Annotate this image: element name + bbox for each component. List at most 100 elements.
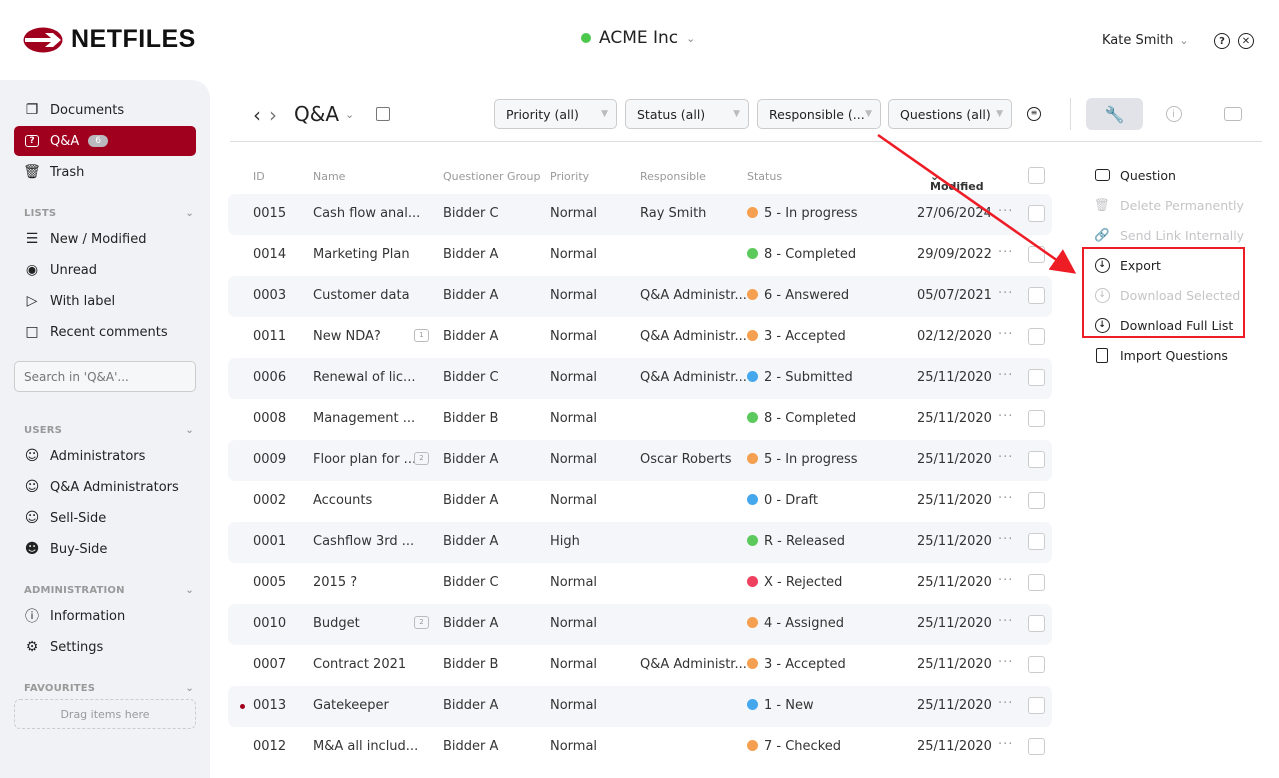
column-header-questioner-group[interactable]: Questioner Group [443,170,540,183]
sidebar-item-qa[interactable]: ? Q&A 6 [14,126,196,156]
user-menu[interactable]: Kate Smith ⌄ [1102,33,1189,48]
favourites-section-header[interactable]: FAVOURITES ⌄ [24,683,194,694]
more-options-icon[interactable]: ··· [998,327,1013,342]
table-row[interactable]: 0015 Cash flow anal... Bidder C Normal Ray S… [228,194,1052,235]
table-row[interactable]: 0010 Budget 2 Bidder A Normal 4 - Assigned 25/… [228,604,1052,645]
table-row[interactable]: 0008 Management ... Bidder B Normal 8 - Comp… [228,399,1052,440]
cell-name[interactable]: Management ... [313,411,415,426]
status-filter[interactable]: Status (all) ▼ [625,99,749,129]
row-checkbox[interactable] [1028,287,1045,304]
cell-name[interactable]: Budget [313,616,360,631]
row-checkbox[interactable] [1028,738,1045,755]
questions-filter[interactable]: Questions (all) ▼ [888,99,1012,129]
table-row[interactable]: 0001 Cashflow 3rd ... Bidder A High R - Rele… [228,522,1052,563]
more-options-icon[interactable]: ··· [998,409,1013,424]
close-icon[interactable]: ✕ [1238,33,1254,49]
more-options-icon[interactable]: ··· [998,204,1013,219]
sidebar-item-settings[interactable]: ⚙ Settings [14,632,196,662]
row-checkbox[interactable] [1028,615,1045,632]
row-checkbox[interactable] [1028,369,1045,386]
action-question[interactable]: Question [1093,160,1263,190]
row-checkbox[interactable] [1028,533,1045,550]
row-checkbox[interactable] [1028,205,1045,222]
cell-name[interactable]: Cash flow anal... [313,206,420,221]
more-options-icon[interactable]: ··· [998,286,1013,301]
row-checkbox[interactable] [1028,410,1045,427]
edit-icon[interactable] [376,107,390,121]
more-options-icon[interactable]: ··· [998,450,1013,465]
sidebar-item-documents[interactable]: ❐ Documents [14,95,196,125]
users-section-header[interactable]: USERS ⌄ [24,425,194,436]
cell-name[interactable]: Gatekeeper [313,698,389,713]
netfiles-logo[interactable]: NETFILES [23,25,196,54]
table-row[interactable]: 0005 2015 ? Bidder C Normal X - Rejected 25/1… [228,563,1052,604]
row-checkbox[interactable] [1028,492,1045,509]
cell-name[interactable]: Renewal of lic... [313,370,415,385]
help-icon[interactable]: ? [1214,33,1230,49]
select-all-checkbox[interactable] [1028,167,1045,184]
table-row[interactable]: 0002 Accounts Bidder A Normal 0 - Draft 25/11… [228,481,1052,522]
more-options-icon[interactable]: ··· [998,655,1013,670]
sidebar-item-new-modified[interactable]: ☰ New / Modified [14,224,196,254]
sidebar-item-sell-side[interactable]: ☺ Sell-Side [14,503,196,533]
action-send-link-internally[interactable]: 🔗 Send Link Internally [1093,220,1263,250]
cell-name[interactable]: Customer data [313,288,410,303]
row-checkbox[interactable] [1028,451,1045,468]
comment-count-icon[interactable]: 2 [414,616,429,629]
table-row[interactable]: 0014 Marketing Plan Bidder A Normal 8 - Comp… [228,235,1052,276]
table-row[interactable]: 0007 Contract 2021 Bidder B Normal Q&A Admin… [228,645,1052,686]
row-checkbox[interactable] [1028,574,1045,591]
cell-name[interactable]: Floor plan for ... [313,452,416,467]
table-row[interactable]: 0012 M&A all includ... Bidder A Normal 7 - C… [228,727,1052,768]
column-header-id[interactable]: ID [253,170,265,183]
administration-section-header[interactable]: ADMINISTRATION ⌄ [24,585,194,596]
table-row[interactable]: 0013 Gatekeeper Bidder A Normal 1 - New 25/11… [228,686,1052,727]
cell-name[interactable]: 2015 ? [313,575,357,590]
more-options-icon[interactable]: ··· [998,532,1013,547]
cell-name[interactable]: Marketing Plan [313,247,410,262]
row-checkbox[interactable] [1028,697,1045,714]
table-row[interactable]: 0006 Renewal of lic... Bidder C Normal Q&A A… [228,358,1052,399]
row-checkbox[interactable] [1028,328,1045,345]
sidebar-item-qa-administrators[interactable]: ☺ Q&A Administrators [14,472,196,502]
column-header-responsible[interactable]: Responsible [640,170,706,183]
comment-count-icon[interactable]: 1 [414,329,429,342]
filter-options-icon[interactable]: ≡ [1027,107,1041,121]
sidebar-item-unread[interactable]: ◉ Unread [14,255,196,285]
more-options-icon[interactable]: ··· [998,368,1013,383]
column-header-modified[interactable]: Modified ⌄ [930,170,984,193]
page-title[interactable]: Q&A ⌄ [294,102,354,126]
responsible-filter[interactable]: Responsible (... ▼ [757,99,881,129]
info-panel-button[interactable]: i [1145,98,1202,130]
column-header-priority[interactable]: Priority [550,170,589,183]
sidebar-item-buy-side[interactable]: ☻ Buy-Side [14,534,196,564]
back-arrow-icon[interactable]: ‹ [253,103,261,127]
priority-filter[interactable]: Priority (all) ▼ [494,99,617,129]
column-header-status[interactable]: Status [747,170,782,183]
action-delete-permanently[interactable]: 🗑 Delete Permanently [1093,190,1263,220]
more-options-icon[interactable]: ··· [998,696,1013,711]
column-header-name[interactable]: Name [313,170,345,183]
sidebar-item-with-label[interactable]: ▷ With label [14,286,196,316]
action-import-questions[interactable]: Import Questions [1093,340,1263,370]
table-row[interactable]: 0011 New NDA? 1 Bidder A Normal Q&A Administr… [228,317,1052,358]
more-options-icon[interactable]: ··· [998,245,1013,260]
more-options-icon[interactable]: ··· [998,614,1013,629]
comments-panel-button[interactable] [1204,98,1261,130]
workspace-selector[interactable]: ACME Inc ⌄ [581,28,695,48]
cell-name[interactable]: Cashflow 3rd ... [313,534,414,549]
more-options-icon[interactable]: ··· [998,573,1013,588]
favourites-dropzone[interactable]: Drag items here [14,699,196,729]
sidebar-item-trash[interactable]: 🗑 Trash [14,157,196,187]
more-options-icon[interactable]: ··· [998,491,1013,506]
sidebar-search-input[interactable] [14,361,196,392]
row-checkbox[interactable] [1028,246,1045,263]
tools-button[interactable]: 🔧 [1086,98,1143,130]
more-options-icon[interactable]: ··· [998,737,1013,752]
sidebar-item-administrators[interactable]: ☺ Administrators [14,441,196,471]
comment-count-icon[interactable]: 2 [414,452,429,465]
row-checkbox[interactable] [1028,656,1045,673]
cell-name[interactable]: New NDA? [313,329,381,344]
lists-section-header[interactable]: LISTS ⌄ [24,208,194,219]
table-row[interactable]: 0003 Customer data Bidder A Normal Q&A Admin… [228,276,1052,317]
